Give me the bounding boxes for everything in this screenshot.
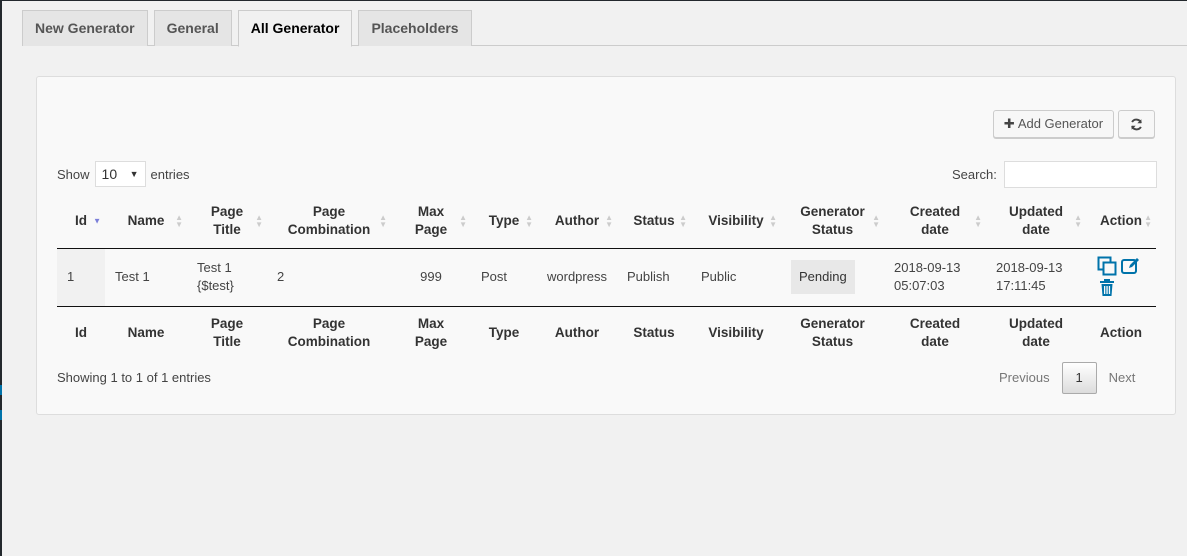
column-header-visibility[interactable]: Visibility ▲ ▼ xyxy=(691,194,781,249)
copy-icon[interactable] xyxy=(1096,256,1118,276)
page-length-control: Show 10 ▼ entries xyxy=(57,161,190,187)
footer-header-status: Status xyxy=(617,305,691,360)
generators-table: Id ▼ Name ▲ ▼ Page Title ▲ ▼ Page Combination ▲ ▼… xyxy=(57,194,1156,360)
admin-menu-edge xyxy=(0,0,2,556)
column-header-generator-status[interactable]: Generator Status ▲ ▼ xyxy=(781,194,884,249)
add-generator-label: Add Generator xyxy=(1017,116,1104,131)
admin-bar-edge xyxy=(0,0,1187,1)
sort-asc-icon: ▼ xyxy=(93,216,101,226)
plus-icon: ✚ xyxy=(1003,116,1015,131)
sort-icon: ▲ ▼ xyxy=(872,212,880,229)
sort-icon: ▲ ▼ xyxy=(1074,212,1082,229)
table-row: 1 Test 1 Test 1 {$test} 2 999 Post wordpr… xyxy=(57,248,1156,306)
previous-page-button[interactable]: Previous xyxy=(987,362,1062,394)
entries-label: entries xyxy=(150,166,190,182)
search-control: Search: xyxy=(952,161,1157,188)
add-generator-button[interactable]: ✚ Add Generator xyxy=(993,110,1114,138)
cell-page-combination: 2 xyxy=(277,269,285,284)
cell-created-date: 2018-09-13 05:07:03 xyxy=(894,260,961,293)
search-label: Search: xyxy=(952,167,997,182)
chevron-down-icon: ▼ xyxy=(129,169,139,179)
cell-status: Publish xyxy=(627,269,670,284)
column-header-author[interactable]: Author ▲ ▼ xyxy=(537,194,617,249)
trash-icon[interactable] xyxy=(1096,278,1118,298)
column-header-action[interactable]: Action ▲ ▼ xyxy=(1086,194,1156,249)
footer-header-visibility: Visibility xyxy=(691,305,781,360)
cell-id: 1 xyxy=(57,248,105,306)
admin-menu-accent xyxy=(0,410,2,420)
footer-header-name: Name xyxy=(105,305,187,360)
sort-icon: ▲ ▼ xyxy=(379,212,387,229)
column-header-page-combination[interactable]: Page Combination ▲ ▼ xyxy=(267,194,391,249)
page-length-value: 10 xyxy=(101,166,118,182)
sort-icon: ▲ ▼ xyxy=(175,212,183,229)
column-header-type[interactable]: Type ▲ ▼ xyxy=(471,194,537,249)
refresh-icon xyxy=(1131,118,1142,131)
pagination: Previous 1 Next xyxy=(987,362,1147,394)
tab-general[interactable]: General xyxy=(153,10,232,46)
footer-header-updated-date: Updated date xyxy=(986,305,1086,360)
sort-icon: ▲ ▼ xyxy=(605,212,613,229)
tab-new-generator[interactable]: New Generator xyxy=(22,10,148,46)
footer-header-page-combination: Page Combination xyxy=(267,305,391,360)
generator-list-panel: ✚ Add Generator Show 10 ▼ entries Search:… xyxy=(36,76,1176,415)
cell-updated-date: 2018-09-13 17:11:45 xyxy=(996,260,1063,293)
tab-placeholders[interactable]: Placeholders xyxy=(358,10,472,46)
sort-icon: ▲ ▼ xyxy=(974,212,982,229)
nav-tabs: New Generator General All Generator Plac… xyxy=(22,10,1187,47)
page-button-current[interactable]: 1 xyxy=(1061,362,1097,394)
sort-icon: ▲ ▼ xyxy=(679,212,687,229)
admin-menu-accent xyxy=(0,385,2,395)
cell-name: Test 1 xyxy=(115,269,150,284)
edit-icon[interactable] xyxy=(1120,256,1142,276)
table-info: Showing 1 to 1 of 1 entries xyxy=(57,370,211,385)
column-header-name[interactable]: Name ▲ ▼ xyxy=(105,194,187,249)
sort-icon: ▲ ▼ xyxy=(525,212,533,229)
column-header-page-title[interactable]: Page Title ▲ ▼ xyxy=(187,194,267,249)
sort-icon: ▲ ▼ xyxy=(769,212,777,229)
column-header-created-date[interactable]: Created date ▲ ▼ xyxy=(884,194,986,249)
column-header-updated-date[interactable]: Updated date ▲ ▼ xyxy=(986,194,1086,249)
sort-icon: ▲ ▼ xyxy=(1144,212,1152,229)
column-header-id[interactable]: Id ▼ xyxy=(57,194,105,249)
table-footer-row: Id Name Page Title Page Combination Max Pag… xyxy=(57,305,1156,360)
column-header-max-page[interactable]: Max Page ▲ ▼ xyxy=(391,194,471,249)
cell-max-page: 999 xyxy=(420,269,442,284)
column-header-status[interactable]: Status ▲ ▼ xyxy=(617,194,691,249)
tab-all-generator[interactable]: All Generator xyxy=(237,10,353,47)
footer-header-author: Author xyxy=(537,305,617,360)
cell-generator-status: Pending xyxy=(781,248,884,306)
cell-author: wordpress xyxy=(547,269,607,284)
next-page-button[interactable]: Next xyxy=(1097,362,1148,394)
refresh-button[interactable] xyxy=(1118,110,1155,138)
search-input[interactable] xyxy=(1003,161,1157,188)
table-header-row: Id ▼ Name ▲ ▼ Page Title ▲ ▼ Page Combination ▲ ▼… xyxy=(57,194,1156,249)
sort-icon: ▲ ▼ xyxy=(459,212,467,229)
footer-header-id: Id xyxy=(57,305,105,360)
sort-icon: ▲ ▼ xyxy=(255,212,263,229)
footer-header-page-title: Page Title xyxy=(187,305,267,360)
show-label: Show xyxy=(57,166,90,182)
cell-page-title: Test 1 {$test} xyxy=(197,260,234,293)
footer-header-generator-status: Generator Status xyxy=(781,305,884,360)
footer-header-max-page: Max Page xyxy=(391,305,471,360)
cell-type: Post xyxy=(481,269,508,284)
footer-header-created-date: Created date xyxy=(884,305,986,360)
page-length-select[interactable]: 10 ▼ xyxy=(94,161,146,187)
cell-action xyxy=(1086,248,1156,306)
generator-status-badge: Pending xyxy=(791,260,855,294)
footer-header-action: Action xyxy=(1086,305,1156,360)
cell-visibility: Public xyxy=(701,269,737,284)
footer-header-type: Type xyxy=(471,305,537,360)
